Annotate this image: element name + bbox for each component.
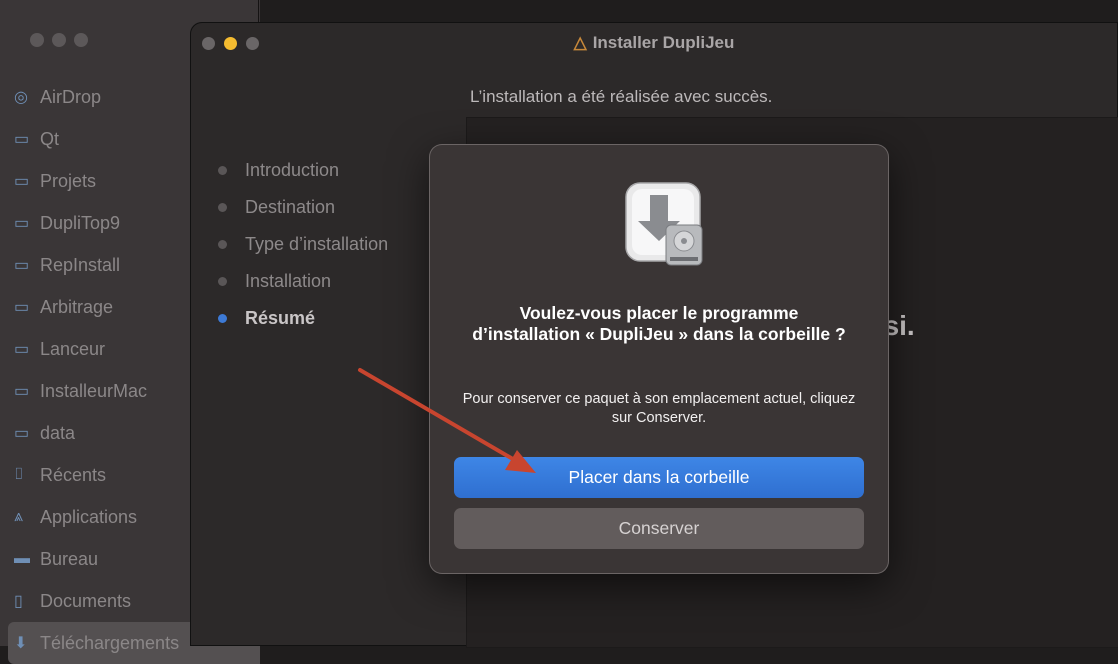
folder-icon: ▭ [14, 131, 30, 148]
keep-button[interactable]: Conserver [454, 508, 864, 549]
folder-icon: ▭ [14, 299, 30, 316]
installer-heading: L’installation a été réalisée avec succè… [470, 87, 773, 106]
step-installation: Installation [218, 263, 388, 300]
folder-icon: ▭ [14, 383, 30, 400]
package-icon: △ [573, 33, 587, 52]
sidebar-item-label: DupliTop9 [40, 212, 121, 233]
finder-minimize-button[interactable] [52, 33, 66, 47]
sidebar-item-label: Projets [40, 170, 97, 191]
desktop-icon: ▬ [14, 550, 30, 567]
step-label: Résumé [245, 308, 316, 328]
keep-label: Conserver [618, 518, 700, 538]
sidebar-item-label: Lanceur [40, 338, 106, 359]
move-to-trash-button[interactable]: Placer dans la corbeille [454, 457, 864, 498]
step-dot [218, 277, 227, 286]
window-title-text: Installer DupliJeu [592, 33, 735, 52]
installer-package-icon [625, 182, 703, 266]
finder-close-button[interactable] [30, 33, 44, 47]
keep-label-wrap: Conserver [619, 518, 700, 539]
step-summary: Résumé [218, 300, 388, 337]
step-dot [218, 240, 227, 249]
trash-installer-dialog: Voulez-vous placer le programme d’instal… [430, 145, 888, 573]
step-label: Installation [245, 271, 332, 291]
step-dot-active [218, 314, 227, 323]
folder-icon: ▭ [14, 341, 30, 358]
sidebar-item-label: Applications [40, 506, 138, 527]
step-destination: Destination [218, 189, 388, 226]
recents-icon: ⌷ [14, 466, 24, 483]
installer-titlebar: △ Installer DupliJeu [190, 22, 1118, 64]
sidebar-item-label: Récents [40, 464, 107, 485]
move-to-trash-label: Placer dans la corbeille [568, 467, 750, 487]
sidebar-item-label: data [40, 422, 76, 443]
download-icon: ⬇ [14, 635, 28, 652]
sidebar-item-label: Documents [40, 590, 132, 611]
document-icon: ▯ [14, 593, 23, 610]
folder-icon: ▭ [14, 173, 30, 190]
folder-icon: ▭ [14, 257, 30, 274]
step-dot [218, 203, 227, 212]
window-title: △ Installer DupliJeu [190, 33, 1118, 53]
step-introduction: Introduction [218, 152, 388, 189]
sidebar-item-label: Bureau [40, 548, 99, 569]
step-type: Type d’installation [218, 226, 388, 263]
sidebar-item-label: InstalleurMac [40, 380, 148, 401]
folder-icon: ▭ [14, 215, 30, 232]
applications-icon: ⩓ [14, 508, 24, 525]
step-label: Type d’installation [245, 234, 389, 254]
sidebar-item-label: Qt [40, 128, 60, 149]
sidebar-item-label: AirDrop [40, 86, 102, 107]
sidebar-item-label: Arbitrage [40, 296, 114, 317]
installer-steps: Introduction Destination Type d’installa… [218, 152, 388, 337]
step-label: Destination [245, 197, 336, 217]
airdrop-icon: ◎ [14, 89, 28, 106]
step-label: Introduction [245, 160, 340, 180]
dialog-title: Voulez-vous placer le programme d’instal… [472, 303, 846, 344]
folder-icon: ▭ [14, 425, 30, 442]
step-dot [218, 166, 227, 175]
dialog-message: Pour conserver ce paquet à son emplaceme… [462, 391, 856, 426]
sidebar-item-label: RepInstall [40, 254, 121, 275]
sidebar-item-label: Téléchargements [40, 632, 180, 653]
finder-zoom-button[interactable] [74, 33, 88, 47]
